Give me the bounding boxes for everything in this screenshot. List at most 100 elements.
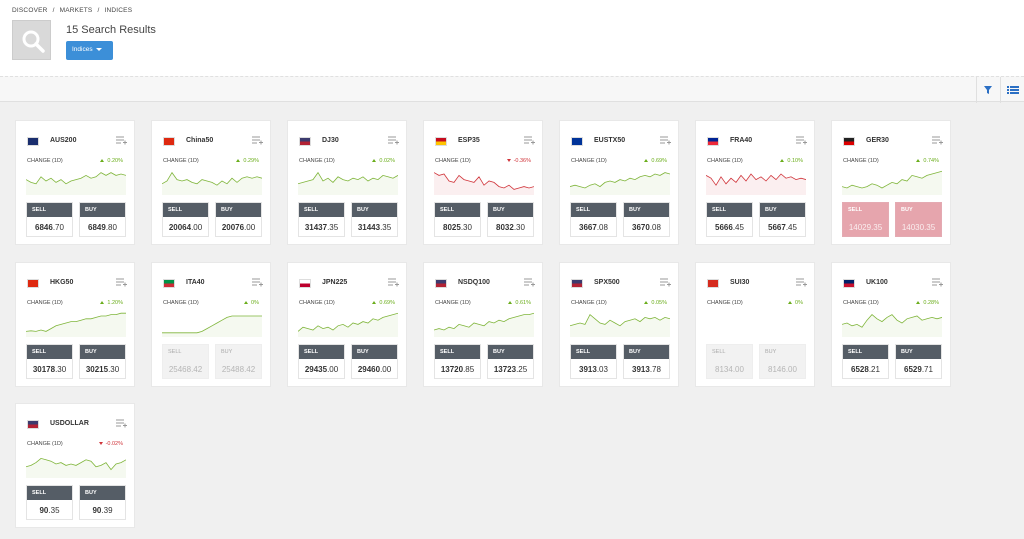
instrument-card[interactable]: DJ30 CHANGE (1D) 0.02% SELL 31437.35 BUY…	[287, 120, 407, 245]
sell-label: SELL	[435, 203, 480, 217]
instrument-card[interactable]: HKG50 CHANGE (1D) 1.20% SELL 30178.30 BU…	[15, 262, 135, 387]
sparkline-area	[570, 172, 670, 195]
instrument-name[interactable]: GER30	[866, 137, 889, 144]
instrument-name[interactable]: SUI30	[730, 279, 749, 286]
buy-button[interactable]: BUY 90.39	[79, 485, 126, 520]
instrument-card[interactable]: JPN225 CHANGE (1D) 0.69% SELL 29435.00 B…	[287, 262, 407, 387]
buy-price: 30215.30	[85, 365, 120, 374]
breadcrumb-separator: /	[52, 7, 55, 14]
instrument-name[interactable]: UK100	[866, 279, 888, 286]
instrument-name[interactable]: ITA40	[186, 279, 205, 286]
instrument-card[interactable]: USDOLLAR CHANGE (1D) -0.02% SELL 90.35 B…	[15, 403, 135, 528]
triangle-up-icon	[508, 301, 513, 305]
instrument-card[interactable]: China50 CHANGE (1D) 0.29% SELL 20064.00 …	[151, 120, 271, 245]
add-to-list-icon[interactable]	[524, 277, 536, 287]
instrument-card[interactable]: AUS200 CHANGE (1D) 0.20% SELL 6846.70 BU…	[15, 120, 135, 245]
add-to-list-icon[interactable]	[932, 135, 944, 145]
buy-button[interactable]: BUY 3913.78	[623, 344, 670, 379]
sell-button[interactable]: SELL 3913.03	[570, 344, 617, 379]
add-to-list-icon[interactable]	[660, 135, 672, 145]
sparkline-area	[434, 313, 534, 337]
instrument-card[interactable]: ESP35 CHANGE (1D) -0.36% SELL 8025.30 BU…	[423, 120, 543, 245]
flag-icon	[435, 137, 447, 146]
buy-button[interactable]: BUY 8032.30	[487, 202, 534, 237]
add-to-list-icon[interactable]	[524, 135, 536, 145]
triangle-up-icon	[916, 301, 921, 305]
triangle-up-icon	[236, 159, 241, 163]
sell-button[interactable]: SELL 29435.00	[298, 344, 345, 379]
instrument-card[interactable]: EUSTX50 CHANGE (1D) 0.69% SELL 3667.08 B…	[559, 120, 679, 245]
sell-button[interactable]: SELL 90.35	[26, 485, 73, 520]
change-value: 0.69%	[644, 158, 667, 164]
buy-button[interactable]: BUY 31443.35	[351, 202, 398, 237]
instrument-card[interactable]: FRA40 CHANGE (1D) 0.10% SELL 5666.45 BUY…	[695, 120, 815, 245]
add-to-list-icon[interactable]	[116, 135, 128, 145]
sell-button[interactable]: SELL 31437.35	[298, 202, 345, 237]
buy-button[interactable]: BUY 29460.00	[351, 344, 398, 379]
add-to-list-icon[interactable]	[252, 135, 264, 145]
sell-button[interactable]: SELL 30178.30	[26, 344, 73, 379]
sell-button[interactable]: SELL 20064.00	[162, 202, 209, 237]
add-to-list-icon[interactable]	[252, 277, 264, 287]
instrument-name[interactable]: ESP35	[458, 137, 480, 144]
instrument-name[interactable]: AUS200	[50, 137, 76, 144]
instrument-name[interactable]: USDOLLAR	[50, 420, 89, 427]
add-to-list-icon[interactable]	[796, 277, 808, 287]
buy-button[interactable]: BUY 20076.00	[215, 202, 262, 237]
buy-button[interactable]: BUY 3670.08	[623, 202, 670, 237]
change-percent: 0.05%	[651, 300, 667, 306]
instrument-card[interactable]: ITA40 CHANGE (1D) 0% SELL 25468.42 BUY 2…	[151, 262, 271, 387]
buy-button[interactable]: BUY 6849.80	[79, 202, 126, 237]
filter-button[interactable]	[976, 77, 1000, 103]
instrument-name[interactable]: China50	[186, 137, 213, 144]
add-to-list-icon[interactable]	[116, 418, 128, 428]
instrument-card[interactable]: SPX500 CHANGE (1D) 0.05% SELL 3913.03 BU…	[559, 262, 679, 387]
list-view-button[interactable]	[1000, 77, 1024, 103]
instrument-name[interactable]: EUSTX50	[594, 137, 625, 144]
buy-button[interactable]: BUY 30215.30	[79, 344, 126, 379]
buy-button[interactable]: BUY 6529.71	[895, 344, 942, 379]
buy-button[interactable]: BUY 8146.00	[759, 344, 806, 379]
instrument-name[interactable]: JPN225	[322, 279, 347, 286]
buy-button[interactable]: BUY 14030.35	[895, 202, 942, 237]
instrument-card[interactable]: SUI30 CHANGE (1D) 0% SELL 8134.00 BUY 81…	[695, 262, 815, 387]
sell-button[interactable]: SELL 8134.00	[706, 344, 753, 379]
buy-button[interactable]: BUY 13723.25	[487, 344, 534, 379]
instrument-name[interactable]: HKG50	[50, 279, 73, 286]
change-percent: 0.61%	[515, 300, 531, 306]
sell-label: SELL	[707, 203, 752, 217]
sparkline-chart	[26, 172, 126, 195]
buy-label: BUY	[352, 345, 397, 359]
sell-button[interactable]: SELL 5666.45	[706, 202, 753, 237]
instrument-card[interactable]: NSDQ100 CHANGE (1D) 0.61% SELL 13720.85 …	[423, 262, 543, 387]
triangle-up-icon	[788, 301, 793, 305]
instrument-name[interactable]: FRA40	[730, 137, 752, 144]
change-value: -0.36%	[506, 158, 531, 164]
instrument-card[interactable]: GER30 CHANGE (1D) 0.74% SELL 14029.35 BU…	[831, 120, 951, 245]
buy-button[interactable]: BUY 25488.42	[215, 344, 262, 379]
sell-button[interactable]: SELL 6846.70	[26, 202, 73, 237]
indices-filter-button[interactable]: Indices	[66, 41, 113, 60]
instrument-name[interactable]: SPX500	[594, 279, 620, 286]
instrument-name[interactable]: NSDQ100	[458, 279, 490, 286]
sell-button[interactable]: SELL 13720.85	[434, 344, 481, 379]
breadcrumb-markets[interactable]: MARKETS	[60, 7, 93, 14]
sell-button[interactable]: SELL 14029.35	[842, 202, 889, 237]
buy-button[interactable]: BUY 5667.45	[759, 202, 806, 237]
sell-button[interactable]: SELL 6528.21	[842, 344, 889, 379]
add-to-list-icon[interactable]	[660, 277, 672, 287]
breadcrumb-discover[interactable]: DISCOVER	[12, 7, 48, 14]
instrument-card[interactable]: UK100 CHANGE (1D) 0.28% SELL 6528.21 BUY…	[831, 262, 951, 387]
sparkline-area	[26, 458, 126, 478]
instrument-name[interactable]: DJ30	[322, 137, 339, 144]
add-to-list-icon[interactable]	[796, 135, 808, 145]
change-label: CHANGE (1D)	[843, 158, 879, 164]
add-to-list-icon[interactable]	[388, 277, 400, 287]
sell-button[interactable]: SELL 25468.42	[162, 344, 209, 379]
sell-price: 31437.35	[304, 223, 339, 232]
sell-button[interactable]: SELL 3667.08	[570, 202, 617, 237]
add-to-list-icon[interactable]	[932, 277, 944, 287]
sell-button[interactable]: SELL 8025.30	[434, 202, 481, 237]
add-to-list-icon[interactable]	[116, 277, 128, 287]
add-to-list-icon[interactable]	[388, 135, 400, 145]
